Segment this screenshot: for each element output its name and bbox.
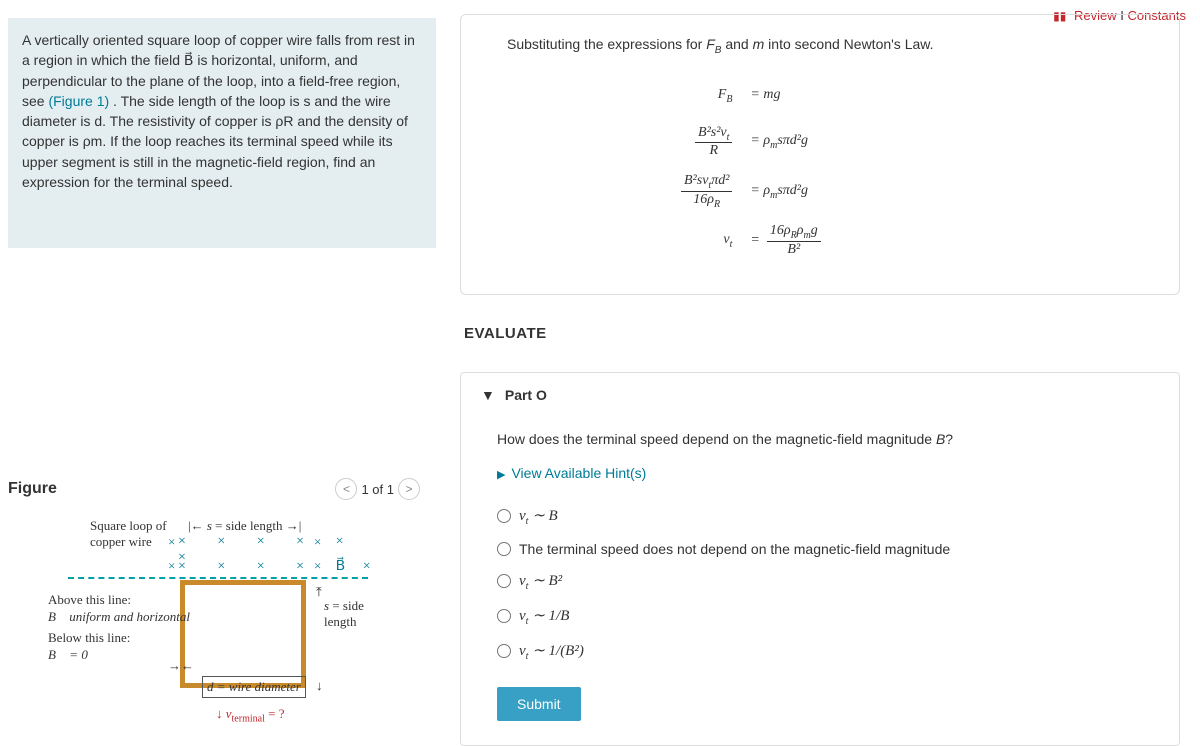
view-hints-link[interactable]: View Available Hint(s) xyxy=(497,465,646,481)
fig-above-line: Above this line: xyxy=(48,592,131,607)
choice-4-radio[interactable] xyxy=(497,609,511,623)
choice-3-radio[interactable] xyxy=(497,574,511,588)
fig-b-uniform: B⃗ uniform and horizontal xyxy=(48,609,190,624)
question-text: How does the terminal speed depend on th… xyxy=(497,431,1153,447)
figure-next-button[interactable]: > xyxy=(398,478,420,500)
choice-2[interactable]: The terminal speed does not depend on th… xyxy=(497,534,1153,564)
fig-loop-label: Square loop of copper wire xyxy=(90,518,180,549)
choice-5-radio[interactable] xyxy=(497,644,511,658)
choice-1-radio[interactable] xyxy=(497,509,511,523)
figure-pager-text: 1 of 1 xyxy=(361,482,394,497)
choice-3[interactable]: vt ∼ B² xyxy=(497,564,1153,599)
figure-prev-button[interactable]: < xyxy=(335,478,357,500)
choice-4[interactable]: vt ∼ 1/B xyxy=(497,599,1153,634)
fig-below-line: Below this line: xyxy=(48,630,130,645)
derivation-box: Substituting the expressions for FB and … xyxy=(460,14,1180,295)
fig-b-zero: B⃗ = 0 xyxy=(48,647,88,662)
figure-link[interactable]: (Figure 1) xyxy=(48,93,109,109)
fig-d-wire: d = wire diameter xyxy=(202,676,306,698)
choice-5[interactable]: vt ∼ 1/(B²) xyxy=(497,634,1153,669)
collapse-icon: ▼ xyxy=(481,387,495,403)
figure-title: Figure xyxy=(8,480,57,498)
choice-2-radio[interactable] xyxy=(497,542,511,556)
choice-1[interactable]: vt ∼ B xyxy=(497,499,1153,534)
part-label: Part O xyxy=(505,387,547,403)
part-panel: ▼ Part O How does the terminal speed dep… xyxy=(460,372,1180,746)
problem-statement: A vertically oriented square loop of cop… xyxy=(8,18,436,248)
evaluate-heading: EVALUATE xyxy=(464,325,1180,342)
derivation-intro: Substituting the expressions for FB and … xyxy=(507,29,1139,62)
part-header[interactable]: ▼ Part O xyxy=(461,373,1179,417)
